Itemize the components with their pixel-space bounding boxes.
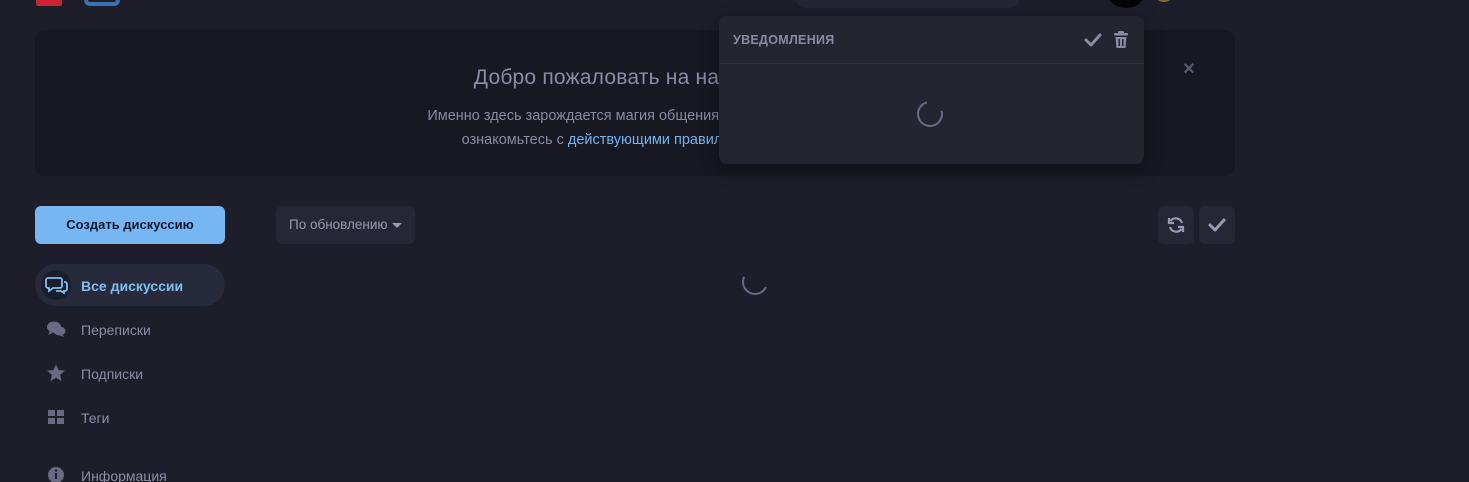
close-icon[interactable]: × <box>1178 58 1200 80</box>
create-discussion-button[interactable]: Создать дискуссию <box>35 206 225 244</box>
sidebar-nav: Все дискуссии Переписки Подписки Теги Ин… <box>35 264 225 482</box>
info-icon <box>48 467 64 482</box>
sidebar-item-all-discussions[interactable]: Все дискуссии <box>35 264 225 306</box>
sort-label: По обновлению <box>289 217 388 232</box>
user-avatar[interactable] <box>1156 0 1172 2</box>
spinner-icon <box>912 96 948 132</box>
sidebar-item-label: Переписки <box>81 322 151 338</box>
chat-icon <box>47 321 66 337</box>
notifications-dropdown: УВЕДОМЛЕНИЯ <box>719 16 1144 164</box>
site-logo[interactable] <box>36 0 126 6</box>
trash-icon[interactable] <box>1112 30 1130 50</box>
logo-mark-blue <box>84 0 120 6</box>
hero-text-prefix: ознакомьтесь с <box>461 132 568 148</box>
mark-all-read-button[interactable] <box>1199 206 1235 244</box>
logo-mark-red <box>36 0 62 6</box>
grid-icon <box>48 410 64 424</box>
sidebar-item-label: Все дискуссии <box>81 278 184 294</box>
sidebar-item-messages[interactable]: Переписки <box>35 308 225 350</box>
loading-spinner-icon <box>738 265 772 299</box>
refresh-button[interactable] <box>1158 206 1194 244</box>
notifications-header: УВЕДОМЛЕНИЯ <box>719 16 1144 64</box>
sidebar-item-subscriptions[interactable]: Подписки <box>35 352 225 394</box>
caret-down-icon <box>392 223 402 228</box>
sidebar-item-tags[interactable]: Теги <box>35 396 225 438</box>
sidebar-item-info[interactable]: Информация <box>35 454 225 482</box>
notifications-title: УВЕДОМЛЕНИЯ <box>733 33 835 47</box>
sidebar-item-label: Теги <box>81 410 110 426</box>
comments-icon <box>41 270 71 300</box>
star-icon <box>47 364 65 382</box>
search-input[interactable] <box>795 0 1020 8</box>
sidebar-item-label: Информация <box>81 468 167 482</box>
header-bar <box>0 0 1469 8</box>
refresh-icon <box>1167 217 1185 233</box>
sidebar-item-label: Подписки <box>81 366 144 382</box>
avatar[interactable] <box>1109 0 1143 8</box>
check-icon[interactable] <box>1083 30 1103 50</box>
sort-dropdown[interactable]: По обновлению <box>276 206 415 244</box>
check-icon <box>1208 218 1226 232</box>
